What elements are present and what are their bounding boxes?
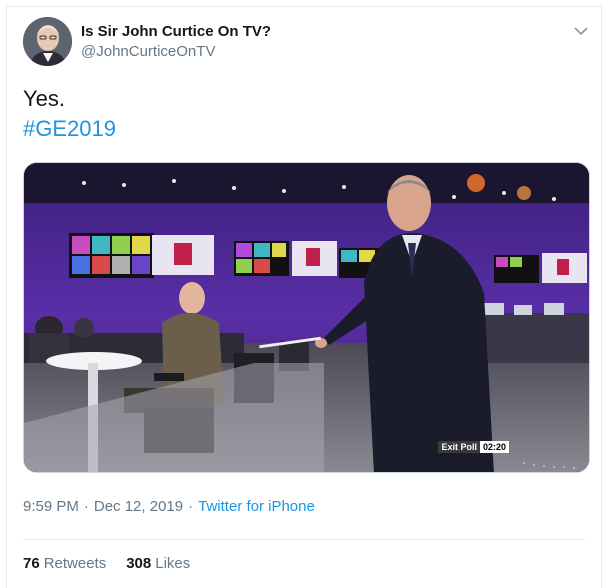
chevron-down-icon: [574, 26, 588, 35]
video-badge: Exit Poll 02:20: [438, 441, 509, 453]
tweet-date[interactable]: Dec 12, 2019: [94, 498, 183, 515]
profile-photo-icon: [23, 17, 72, 66]
tweet-card: Is Sir John Curtice On TV? @JohnCurticeO…: [6, 6, 602, 588]
tweet-stats: 76 Retweets 308 Likes: [23, 555, 210, 572]
meta-separator: ·: [188, 498, 194, 515]
retweets-stat[interactable]: 76 Retweets: [23, 555, 106, 572]
likes-label: Likes: [155, 555, 191, 572]
likes-count: 308: [126, 555, 152, 572]
video-thumbnail: [24, 163, 589, 472]
tweet-meta: 9:59 PM · Dec 12, 2019 · Twitter for iPh…: [23, 498, 315, 515]
retweets-count: 76: [23, 555, 40, 572]
tweet-video[interactable]: Exit Poll 02:20: [23, 162, 590, 473]
video-badge-time: 02:20: [479, 441, 509, 453]
author-name[interactable]: Is Sir John Curtice On TV?: [81, 23, 271, 40]
meta-separator: ·: [83, 498, 89, 515]
video-badge-label: Exit Poll: [438, 441, 480, 453]
retweets-label: Retweets: [43, 555, 107, 572]
author-handle[interactable]: @JohnCurticeOnTV: [81, 43, 215, 60]
tweet-menu-button[interactable]: [571, 21, 591, 41]
divider: [23, 539, 585, 540]
tweet-text: Yes.: [23, 86, 66, 111]
tweet-time[interactable]: 9:59 PM: [23, 498, 79, 515]
hashtag-link[interactable]: #GE2019: [23, 114, 116, 144]
avatar[interactable]: [23, 17, 72, 66]
tweet-source-link[interactable]: Twitter for iPhone: [198, 498, 315, 515]
likes-stat[interactable]: 308 Likes: [126, 555, 190, 572]
